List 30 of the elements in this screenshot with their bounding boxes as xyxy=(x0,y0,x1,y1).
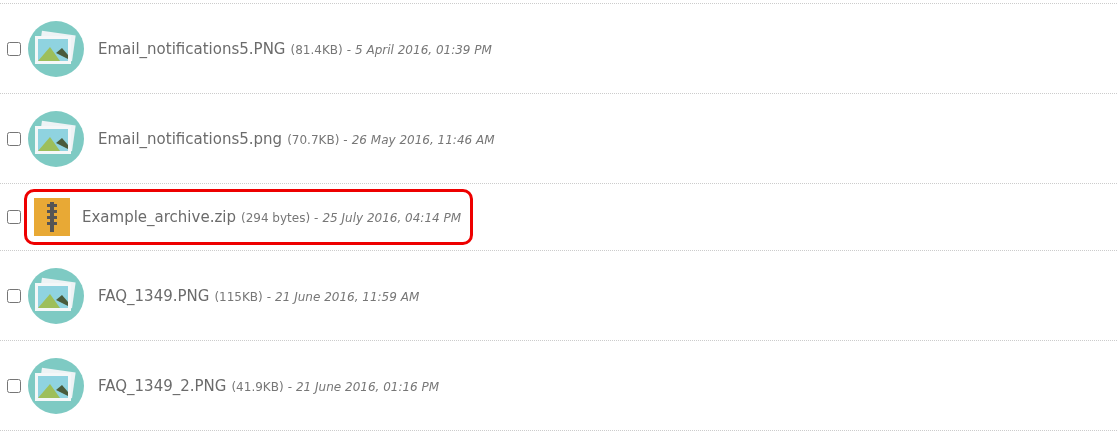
file-date: 26 May 2016, 11:46 AM xyxy=(351,132,495,147)
select-checkbox[interactable] xyxy=(7,378,21,393)
file-name-link[interactable]: FAQ_1349_2.PNG xyxy=(98,376,227,395)
select-checkbox[interactable] xyxy=(7,210,21,224)
file-date: 21 June 2016, 11:59 AM xyxy=(275,289,420,304)
file-name-link[interactable]: FAQ_1349.PNG xyxy=(98,286,210,305)
select-checkbox[interactable] xyxy=(7,131,21,146)
separator: - xyxy=(346,42,352,57)
image-file-icon xyxy=(26,18,86,79)
file-date: 21 June 2016, 01:16 PM xyxy=(295,379,440,394)
file-name-link[interactable]: Email_notifications5.png xyxy=(98,129,283,148)
separator: - xyxy=(266,289,272,304)
image-file-icon xyxy=(26,265,86,326)
separator: - xyxy=(343,132,348,147)
file-name-link[interactable]: Example_archive.zip xyxy=(82,208,236,226)
select-checkbox[interactable] xyxy=(7,41,21,56)
file-size: (41.9KB) xyxy=(231,379,284,394)
zip-file-icon xyxy=(34,198,70,236)
file-size: (115KB) xyxy=(214,289,263,304)
separator: - xyxy=(287,379,292,394)
file-size: (70.7KB) xyxy=(287,132,340,147)
separator: - xyxy=(314,211,319,225)
file-size: (294 bytes) xyxy=(240,211,311,225)
file-date: 5 April 2016, 01:39 PM xyxy=(355,42,492,57)
select-checkbox[interactable] xyxy=(7,288,21,303)
file-name-link[interactable]: Email_notifications5.PNG xyxy=(98,39,286,58)
file-size: (81.4KB) xyxy=(290,42,343,57)
image-file-icon xyxy=(26,108,86,169)
file-date: 25 July 2016, 04:14 PM xyxy=(322,211,462,225)
image-file-icon xyxy=(26,355,86,416)
